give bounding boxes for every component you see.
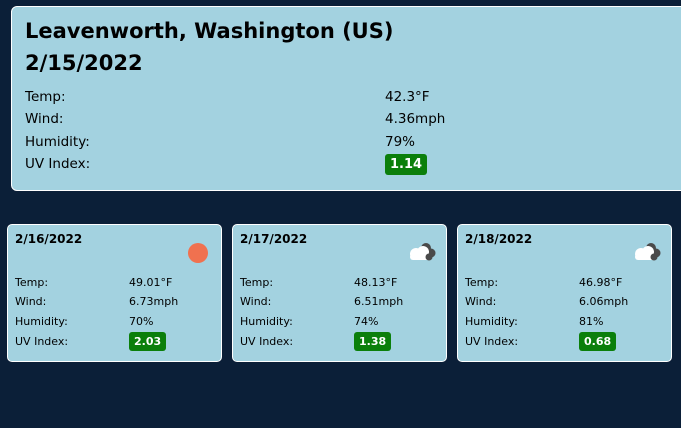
wind-value: 4.36mph [385,111,446,127]
current-wind-row: Wind: 4.36mph [25,111,525,131]
forecast-date: 2/18/2022 [465,232,533,246]
humidity-value: 79% [385,134,416,150]
uv-badge: 1.14 [385,154,428,175]
humidity-label: Humidity: [465,315,518,328]
forecast-temp-row: Temp: 48.13°F [240,276,440,292]
wind-label: Wind: [240,295,272,308]
current-uv-row: UV Index: 1.14 [25,154,525,176]
uv-badge: 0.68 [579,332,617,351]
forecast-date: 2/16/2022 [15,232,83,246]
temp-label: Temp: [465,276,499,289]
city-title: Leavenworth, Washington (US) [25,19,394,43]
humidity-value: 74% [354,315,379,328]
current-date: 2/15/2022 [25,51,143,75]
temp-value: 42.3°F [385,89,430,105]
temp-label: Temp: [240,276,274,289]
wind-value: 6.51mph [354,295,404,308]
humidity-value: 70% [129,315,154,328]
forecast-temp-row: Temp: 46.98°F [465,276,665,292]
temp-label: Temp: [15,276,49,289]
wind-label: Wind: [25,111,64,127]
wind-label: Wind: [465,295,497,308]
humidity-label: Humidity: [15,315,68,328]
humidity-label: Humidity: [25,134,90,150]
humidity-label: Humidity: [240,315,293,328]
forecast-card: 2/16/2022 Temp: 49.01°F Wind: 6.73mph Hu… [7,224,222,362]
humidity-value: 81% [579,315,604,328]
uv-label: UV Index: [25,156,91,172]
wind-value: 6.73mph [129,295,179,308]
forecast-humidity-row: Humidity: 74% [240,315,440,331]
uv-value-wrap: 0.68 [579,332,617,351]
uv-value-wrap: 1.38 [354,332,392,351]
forecast-humidity-row: Humidity: 70% [15,315,215,331]
temp-value: 49.01°F [129,276,173,289]
forecast-card: 2/17/2022 Temp: 48.13°F Wind: 6.51mph Hu… [232,224,447,362]
forecast-wind-row: Wind: 6.73mph [15,295,215,311]
uv-label: UV Index: [15,335,69,348]
sun-icon [181,239,211,263]
temp-value: 48.13°F [354,276,398,289]
forecast-wind-row: Wind: 6.51mph [240,295,440,311]
uv-badge: 2.03 [129,332,167,351]
wind-value: 6.06mph [579,295,629,308]
uv-value-wrap: 2.03 [129,332,167,351]
forecast-card: 2/18/2022 Temp: 46.98°F Wind: 6.06mph Hu… [457,224,672,362]
current-temp-row: Temp: 42.3°F [25,89,525,109]
uv-label: UV Index: [240,335,294,348]
current-humidity-row: Humidity: 79% [25,134,525,154]
forecast-humidity-row: Humidity: 81% [465,315,665,331]
cloudy-icon [631,239,661,263]
forecast-uv-row: UV Index: 1.38 [240,332,440,351]
uv-label: UV Index: [465,335,519,348]
forecast-uv-row: UV Index: 0.68 [465,332,665,351]
forecast-uv-row: UV Index: 2.03 [15,332,215,351]
uv-value-wrap: 1.14 [385,154,428,175]
forecast-date: 2/17/2022 [240,232,308,246]
temp-label: Temp: [25,89,66,105]
forecast-wind-row: Wind: 6.06mph [465,295,665,311]
current-weather-panel: Leavenworth, Washington (US) 2/15/2022 T… [11,6,681,191]
forecast-temp-row: Temp: 49.01°F [15,276,215,292]
temp-value: 46.98°F [579,276,623,289]
uv-badge: 1.38 [354,332,392,351]
cloudy-icon [406,239,436,263]
wind-label: Wind: [15,295,47,308]
